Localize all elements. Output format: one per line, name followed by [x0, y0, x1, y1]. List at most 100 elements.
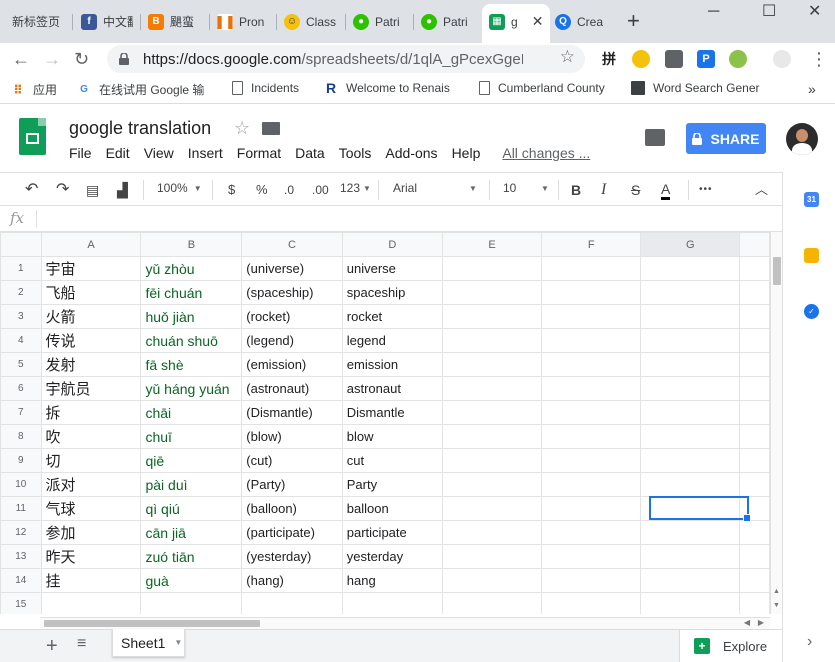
- cell-english[interactable]: Dismantle: [341, 400, 444, 425]
- font-size-select[interactable]: 10 ▼: [503, 181, 549, 195]
- browser-tab[interactable]: Q Crea: [555, 8, 613, 35]
- menu-edit[interactable]: Edit: [106, 145, 130, 161]
- percent-button[interactable]: %: [256, 181, 268, 199]
- row-header[interactable]: 8: [0, 424, 42, 449]
- cell-empty[interactable]: [442, 376, 543, 401]
- cell-empty[interactable]: [640, 472, 741, 497]
- cell-english-parenthetical[interactable]: (participate): [241, 520, 343, 545]
- cell-chinese[interactable]: 火箭: [40, 304, 142, 329]
- font-family-select[interactable]: Arial ▼: [393, 181, 477, 195]
- cell-english-parenthetical[interactable]: (balloon): [241, 496, 343, 521]
- document-title[interactable]: google translation: [69, 118, 211, 139]
- cell-empty[interactable]: [541, 592, 642, 614]
- cell-english[interactable]: legend: [341, 328, 444, 353]
- row-header[interactable]: 4: [0, 328, 42, 353]
- cell-empty[interactable]: [541, 496, 642, 521]
- cell-empty[interactable]: [541, 472, 642, 497]
- cell-pinyin[interactable]: zuó tiān: [140, 544, 243, 569]
- print-icon[interactable]: ▤: [86, 181, 99, 199]
- cell-chinese[interactable]: 飞船: [40, 280, 142, 305]
- sheets-logo-icon[interactable]: [19, 118, 46, 155]
- cell-empty[interactable]: [739, 304, 770, 329]
- cell-english-parenthetical[interactable]: (yesterday): [241, 544, 343, 569]
- cell-pinyin[interactable]: yǔ zhòu: [140, 256, 243, 281]
- cell-english[interactable]: cut: [341, 448, 444, 473]
- pinyin-ext-icon[interactable]: 拼: [600, 50, 618, 68]
- row-header[interactable]: 1: [0, 256, 42, 281]
- menu-help[interactable]: Help: [452, 145, 481, 161]
- cell-empty[interactable]: [640, 376, 741, 401]
- cell-pinyin[interactable]: pài duì: [140, 472, 243, 497]
- menu-tools[interactable]: Tools: [339, 145, 372, 161]
- browser-tab[interactable]: ☺ Class: [284, 8, 342, 35]
- cell-chinese[interactable]: 宇宙: [40, 256, 142, 281]
- cell-english[interactable]: rocket: [341, 304, 444, 329]
- ninja-ext-icon[interactable]: [632, 50, 650, 68]
- cell-empty[interactable]: [640, 568, 741, 593]
- all-changes-link[interactable]: All changes ...: [502, 145, 590, 161]
- chevron-down-icon[interactable]: ▼: [174, 638, 182, 647]
- bookmark-star-icon[interactable]: ☆: [560, 47, 575, 67]
- decrease-decimal-button[interactable]: .0: [284, 181, 294, 199]
- bookmark-item[interactable]: R Welcome to Renais: [324, 81, 458, 95]
- cell-empty[interactable]: [442, 568, 543, 593]
- row-header[interactable]: 13: [0, 544, 42, 569]
- cell-english[interactable]: yesterday: [341, 544, 444, 569]
- cell-english[interactable]: participate: [341, 520, 444, 545]
- undo-icon[interactable]: ↶: [25, 181, 38, 199]
- bookmark-item[interactable]: Incidents: [232, 81, 299, 95]
- cell-chinese[interactable]: 拆: [40, 400, 142, 425]
- zoom-select[interactable]: 100% ▼: [157, 181, 202, 195]
- cell-pinyin[interactable]: fā shè: [140, 352, 243, 377]
- keep-icon[interactable]: [804, 248, 819, 263]
- cell-empty[interactable]: [541, 352, 642, 377]
- menu-data[interactable]: Data: [295, 145, 325, 161]
- bookmark-item[interactable]: G 在线试用 Google 输: [77, 81, 211, 98]
- cell-english[interactable]: universe: [341, 256, 444, 281]
- add-sheet-icon[interactable]: +: [46, 635, 58, 658]
- browser-tab[interactable]: ❚❚ Pron: [217, 8, 269, 35]
- cell-english[interactable]: emission: [341, 352, 444, 377]
- column-header[interactable]: F: [541, 232, 642, 257]
- star-icon[interactable]: ☆: [234, 118, 250, 139]
- cell-empty[interactable]: [640, 400, 741, 425]
- cell-empty[interactable]: [541, 520, 642, 545]
- cell-chinese[interactable]: 切: [40, 448, 142, 473]
- cell-empty[interactable]: [442, 448, 543, 473]
- cell-english[interactable]: spaceship: [341, 280, 444, 305]
- row-header[interactable]: 6: [0, 376, 42, 401]
- cell-chinese[interactable]: 吹: [40, 424, 142, 449]
- strikethrough-button[interactable]: S: [631, 181, 640, 199]
- cell-empty[interactable]: [739, 448, 770, 473]
- cell-empty[interactable]: [640, 496, 741, 521]
- explore-button[interactable]: + Explore: [679, 629, 782, 662]
- cell-english-parenthetical[interactable]: (astronaut): [241, 376, 343, 401]
- increase-decimal-button[interactable]: .00: [312, 181, 329, 199]
- profile-icon[interactable]: [773, 50, 791, 68]
- cell-english-parenthetical[interactable]: (blow): [241, 424, 343, 449]
- cell-empty[interactable]: [739, 280, 770, 305]
- cell-empty[interactable]: [640, 544, 741, 569]
- cell-empty[interactable]: [640, 304, 741, 329]
- cell-english[interactable]: blow: [341, 424, 444, 449]
- close-window-icon[interactable]: ✕: [808, 2, 821, 22]
- cell-pinyin[interactable]: yǔ háng yuán: [140, 376, 243, 401]
- menu-format[interactable]: Format: [237, 145, 281, 161]
- cell-empty[interactable]: [640, 448, 741, 473]
- tasks-icon[interactable]: ✓: [804, 304, 819, 319]
- column-header[interactable]: B: [140, 232, 243, 257]
- cell-empty[interactable]: [739, 256, 770, 281]
- cell-empty[interactable]: [739, 568, 770, 593]
- vertical-scrollbar[interactable]: ▲ ▼: [770, 232, 782, 614]
- cell-chinese[interactable]: 宇航员: [40, 376, 142, 401]
- scroll-down-arrow-icon[interactable]: ▼: [773, 602, 780, 609]
- cell-english-parenthetical[interactable]: (Dismantle): [241, 400, 343, 425]
- scroll-left-arrow-icon[interactable]: ◀: [744, 618, 750, 627]
- cell-chinese[interactable]: 昨天: [40, 544, 142, 569]
- share-button[interactable]: SHARE: [686, 123, 766, 154]
- cell-pinyin[interactable]: huǒ jiàn: [140, 304, 243, 329]
- cell-chinese[interactable]: 挂: [40, 568, 142, 593]
- row-header[interactable]: 5: [0, 352, 42, 377]
- cell-english-parenthetical[interactable]: (universe): [241, 256, 343, 281]
- cell-empty[interactable]: [442, 544, 543, 569]
